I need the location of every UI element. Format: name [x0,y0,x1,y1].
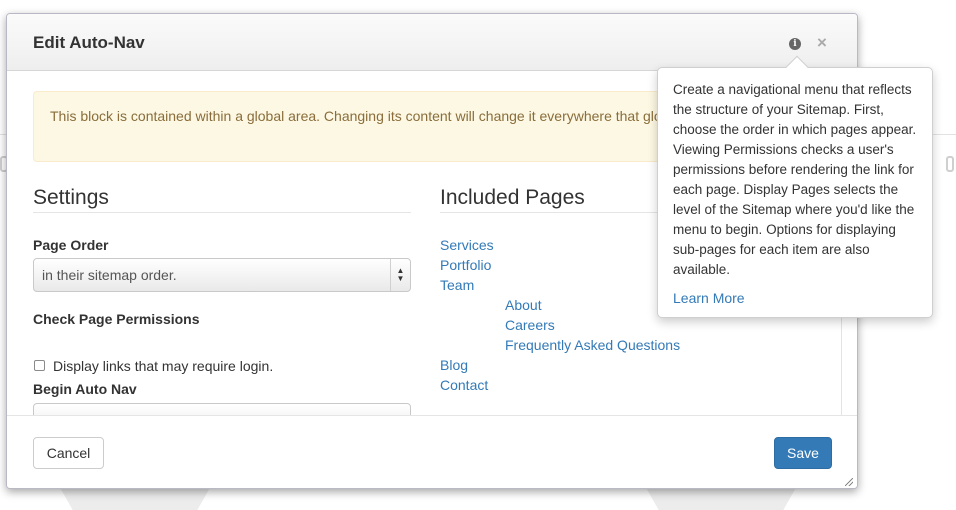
included-pages-title: Included Pages [440,186,658,213]
page-link-faq[interactable]: Frequently Asked Questions [505,337,680,353]
dialog-header: Edit Auto-Nav i × [7,14,857,71]
settings-title: Settings [33,186,411,213]
learn-more-link[interactable]: Learn More [673,290,917,306]
close-icon[interactable]: × [817,34,827,52]
dialog-title: Edit Auto-Nav [33,33,145,52]
help-popover: Create a navigational menu that reflects… [657,55,933,318]
page-link-team[interactable]: Team [440,277,474,293]
save-button[interactable]: Save [774,437,832,469]
info-icon[interactable]: i [789,38,801,50]
begin-auto-nav-select[interactable] [33,403,411,415]
page-link-portfolio[interactable]: Portfolio [440,257,491,273]
page-link-careers[interactable]: Careers [505,317,555,333]
cancel-button[interactable]: Cancel [33,437,104,469]
select-arrows-icon: ▲ ▼ [390,259,410,291]
background-control-right [946,156,954,172]
popover-text: Create a navigational menu that reflects… [673,82,917,277]
page-link-about[interactable]: About [505,297,542,313]
page-link-contact[interactable]: Contact [440,377,488,393]
page-link-services[interactable]: Services [440,237,494,253]
dialog-footer: Cancel Save [7,415,857,488]
resize-handle-icon[interactable] [845,478,853,486]
page-order-select[interactable]: in their sitemap order. ▲ ▼ [33,258,411,292]
page-link-blog[interactable]: Blog [440,357,468,373]
display-links-checkbox-label[interactable]: Display links that may require login. [53,358,273,374]
begin-auto-nav-label: Begin Auto Nav [33,381,137,397]
page-order-value: in their sitemap order. [42,267,177,283]
check-permissions-label: Check Page Permissions [33,311,200,327]
page-order-label: Page Order [33,237,109,253]
display-links-checkbox[interactable] [34,360,45,371]
